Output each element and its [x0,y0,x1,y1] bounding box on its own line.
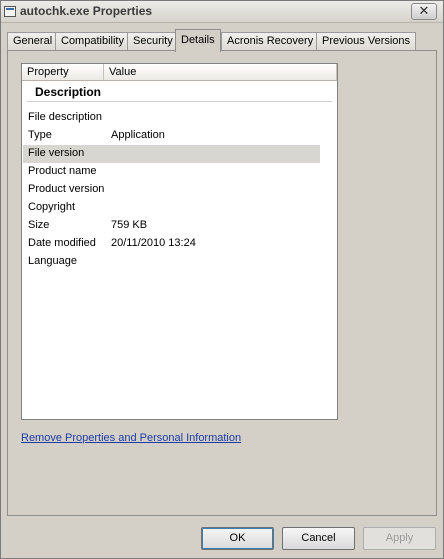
tab-security[interactable]: Security [127,32,179,51]
tab-compatibility[interactable]: Compatibility [55,32,130,51]
list-item[interactable]: Size 759 KB [23,217,320,235]
property-value: 20/11/2010 13:24 [111,237,196,249]
property-name: Language [28,255,77,267]
property-name: Product version [28,183,105,195]
property-name: File version [28,147,85,159]
tab-acronis-recovery[interactable]: Acronis Recovery [221,32,320,51]
list-item[interactable]: File description [23,109,320,127]
tab-strip: General Compatibility Security Details A… [7,29,437,52]
details-list[interactable]: Property Value Description File descript… [21,63,338,420]
column-header-value[interactable]: Value [104,64,337,81]
apply-button[interactable]: Apply [363,527,436,550]
details-tab-panel: Property Value Description File descript… [7,50,437,516]
property-name: Date modified [28,237,96,249]
properties-window: autochk.exe Properties ✕ General Compati… [0,0,444,559]
property-value: Application [111,129,165,141]
column-header-property[interactable]: Property [22,64,104,81]
list-item[interactable]: Date modified 20/11/2010 13:24 [23,235,320,253]
section-heading: Description [35,85,102,99]
title-bar[interactable]: autochk.exe Properties ✕ [1,1,443,23]
list-item[interactable]: Copyright [23,199,320,217]
property-name: Size [28,219,50,231]
tab-details[interactable]: Details [175,29,221,52]
property-name: Product name [28,165,97,177]
cancel-button[interactable]: Cancel [282,527,355,550]
section-divider [27,101,332,102]
tab-general[interactable]: General [7,32,59,51]
window-title: autochk.exe Properties [20,4,153,18]
close-icon: ✕ [418,3,430,18]
list-item[interactable]: Product version [23,181,320,199]
property-name: File description [28,111,102,123]
property-name: Type [28,129,52,141]
property-value: 759 KB [111,219,148,231]
property-name: Copyright [28,201,76,213]
list-item[interactable]: Product name [23,163,320,181]
remove-properties-link[interactable]: Remove Properties and Personal Informati… [21,432,241,444]
tab-previous-versions[interactable]: Previous Versions [316,32,417,51]
close-button[interactable]: ✕ [411,3,437,20]
file-icon [4,6,16,17]
list-item[interactable]: Language [23,253,320,271]
ok-button[interactable]: OK [201,527,274,550]
list-item-selected[interactable]: File version [23,145,320,163]
list-header: Property Value [22,64,337,81]
list-item[interactable]: Type Application [23,127,320,145]
